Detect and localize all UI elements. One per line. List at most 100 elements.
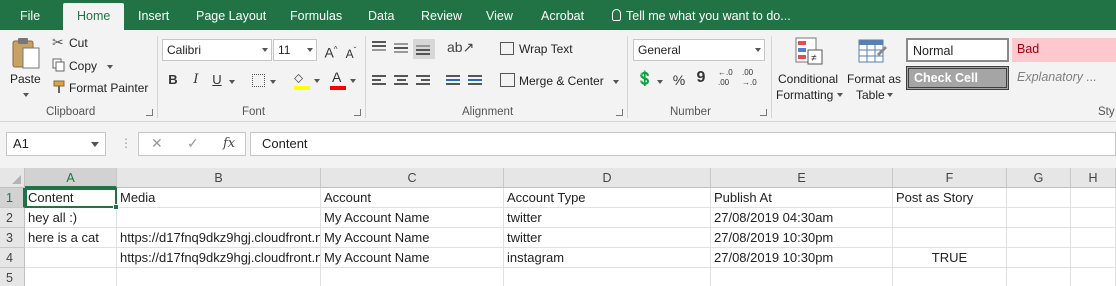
cell-d3[interactable]: twitter [504, 228, 711, 248]
row-header-4[interactable]: 4 [0, 248, 25, 268]
tab-view[interactable]: View [486, 0, 513, 30]
cell-e5[interactable] [711, 268, 893, 286]
cell-d4[interactable]: instagram [504, 248, 711, 268]
cancel-icon[interactable]: ✕ [151, 135, 163, 152]
clipboard-launcher-icon[interactable] [146, 109, 153, 116]
formula-input[interactable]: Content [250, 132, 1116, 156]
column-header-f[interactable]: F [893, 168, 1007, 188]
cell-a1[interactable]: Content [25, 188, 117, 208]
grow-font-button[interactable]: A^ [322, 40, 340, 61]
cell-h2[interactable] [1071, 208, 1116, 228]
cell-a3[interactable]: here is a cat [25, 228, 117, 248]
tab-data[interactable]: Data [368, 0, 394, 30]
select-all-button[interactable] [0, 168, 25, 188]
row-header-2[interactable]: 2 [0, 208, 25, 228]
cell-g2[interactable] [1007, 208, 1071, 228]
align-left-icon[interactable] [372, 75, 388, 87]
cell-c3[interactable]: My Account Name [321, 228, 504, 248]
align-middle-icon[interactable] [394, 43, 410, 55]
cell-b5[interactable] [117, 268, 321, 286]
orientation-icon[interactable]: ab↗ [447, 39, 474, 56]
cell-f4[interactable]: TRUE [893, 248, 1007, 268]
cell-h4[interactable] [1071, 248, 1116, 268]
tab-insert[interactable]: Insert [138, 0, 169, 30]
borders-button[interactable] [250, 72, 278, 90]
cell-c2[interactable]: My Account Name [321, 208, 504, 228]
column-header-b[interactable]: B [117, 168, 321, 188]
cell-e1[interactable]: Publish At [711, 188, 893, 208]
cell-c1[interactable]: Account [321, 188, 504, 208]
wrap-text-button[interactable]: Wrap Text [498, 38, 598, 60]
cell-f1[interactable]: Post as Story [893, 188, 1007, 208]
cell-g5[interactable] [1007, 268, 1071, 286]
cell-e2[interactable]: 27/08/2019 04:30am [711, 208, 893, 228]
merge-center-button[interactable]: Merge & Center [498, 70, 626, 92]
increase-indent-icon[interactable] [468, 75, 484, 87]
tell-me-search[interactable]: Tell me what you want to do... [612, 0, 791, 30]
paste-button[interactable]: Paste [6, 34, 46, 100]
cut-button[interactable]: ✂ Cut [50, 33, 110, 53]
bold-button[interactable]: B [164, 70, 182, 90]
cell-f3[interactable] [893, 228, 1007, 248]
underline-button[interactable]: U [208, 70, 226, 90]
cell-f2[interactable] [893, 208, 1007, 228]
column-header-c[interactable]: C [321, 168, 504, 188]
format-painter-button[interactable]: Format Painter [50, 77, 150, 97]
cell-h3[interactable] [1071, 228, 1116, 248]
cell-b1[interactable]: Media [117, 188, 321, 208]
column-header-a[interactable]: A [25, 168, 117, 188]
number-format-select[interactable]: General [633, 39, 765, 61]
cell-d2[interactable]: twitter [504, 208, 711, 228]
font-launcher-icon[interactable] [354, 109, 361, 116]
cell-a5[interactable] [25, 268, 117, 286]
cell-g4[interactable] [1007, 248, 1071, 268]
font-size-select[interactable]: 11 [273, 39, 317, 61]
decrease-indent-icon[interactable] [446, 75, 462, 87]
cell-e4[interactable]: 27/08/2019 10:30pm [711, 248, 893, 268]
cell-g1[interactable] [1007, 188, 1071, 208]
cell-b3[interactable]: https://d17fnq9dkz9hgj.cloudfront.net [117, 228, 321, 248]
alignment-launcher-icon[interactable] [616, 109, 623, 116]
font-color-button[interactable]: A [328, 69, 358, 92]
align-center-icon[interactable] [394, 75, 410, 87]
row-header-3[interactable]: 3 [0, 228, 25, 248]
style-bad[interactable]: Bad [1012, 38, 1116, 62]
cell-b2[interactable] [117, 208, 321, 228]
column-header-g[interactable]: G [1007, 168, 1071, 188]
copy-button[interactable]: Copy [50, 55, 120, 75]
tab-home[interactable]: Home [63, 3, 125, 31]
cell-e3[interactable]: 27/08/2019 10:30pm [711, 228, 893, 248]
style-explanatory[interactable]: Explanatory ... [1012, 66, 1116, 90]
column-header-d[interactable]: D [504, 168, 711, 188]
shrink-font-button[interactable]: Aˇ [342, 41, 360, 61]
tab-acrobat[interactable]: Acrobat [541, 0, 584, 30]
align-bottom-button[interactable] [413, 39, 435, 59]
tab-review[interactable]: Review [421, 0, 462, 30]
chevron-down-icon[interactable] [229, 80, 235, 84]
cell-c5[interactable] [321, 268, 504, 286]
tab-page-layout[interactable]: Page Layout [196, 0, 266, 30]
cell-a2[interactable]: hey all :) [25, 208, 117, 228]
cell-c4[interactable]: My Account Name [321, 248, 504, 268]
comma-button[interactable]: 9 [692, 68, 710, 88]
cell-b4[interactable]: https://d17fnq9dkz9hgj.cloudfront.net [117, 248, 321, 268]
increase-decimal-button[interactable]: ←.0 .00 [718, 68, 733, 88]
number-launcher-icon[interactable] [760, 109, 767, 116]
chevron-down-icon[interactable] [657, 80, 663, 84]
fill-color-button[interactable]: ⬦ [292, 70, 322, 92]
cell-d5[interactable] [504, 268, 711, 286]
row-header-5[interactable]: 5 [0, 268, 25, 286]
percent-button[interactable]: % [670, 70, 688, 90]
column-header-e[interactable]: E [711, 168, 893, 188]
enter-icon[interactable]: ✓ [187, 135, 199, 152]
row-header-1[interactable]: 1 [0, 188, 25, 208]
cell-d1[interactable]: Account Type [504, 188, 711, 208]
cell-h1[interactable] [1071, 188, 1116, 208]
format-as-table-button[interactable]: Format as Table [845, 34, 903, 104]
conditional-formatting-button[interactable]: ≠ Conditional Formatting [776, 34, 843, 104]
insert-function-icon[interactable]: fx [223, 136, 235, 151]
align-right-icon[interactable] [416, 75, 432, 87]
style-check-cell[interactable]: Check Cell [906, 66, 1009, 90]
cell-h5[interactable] [1071, 268, 1116, 286]
font-name-select[interactable]: Calibri [162, 39, 272, 61]
